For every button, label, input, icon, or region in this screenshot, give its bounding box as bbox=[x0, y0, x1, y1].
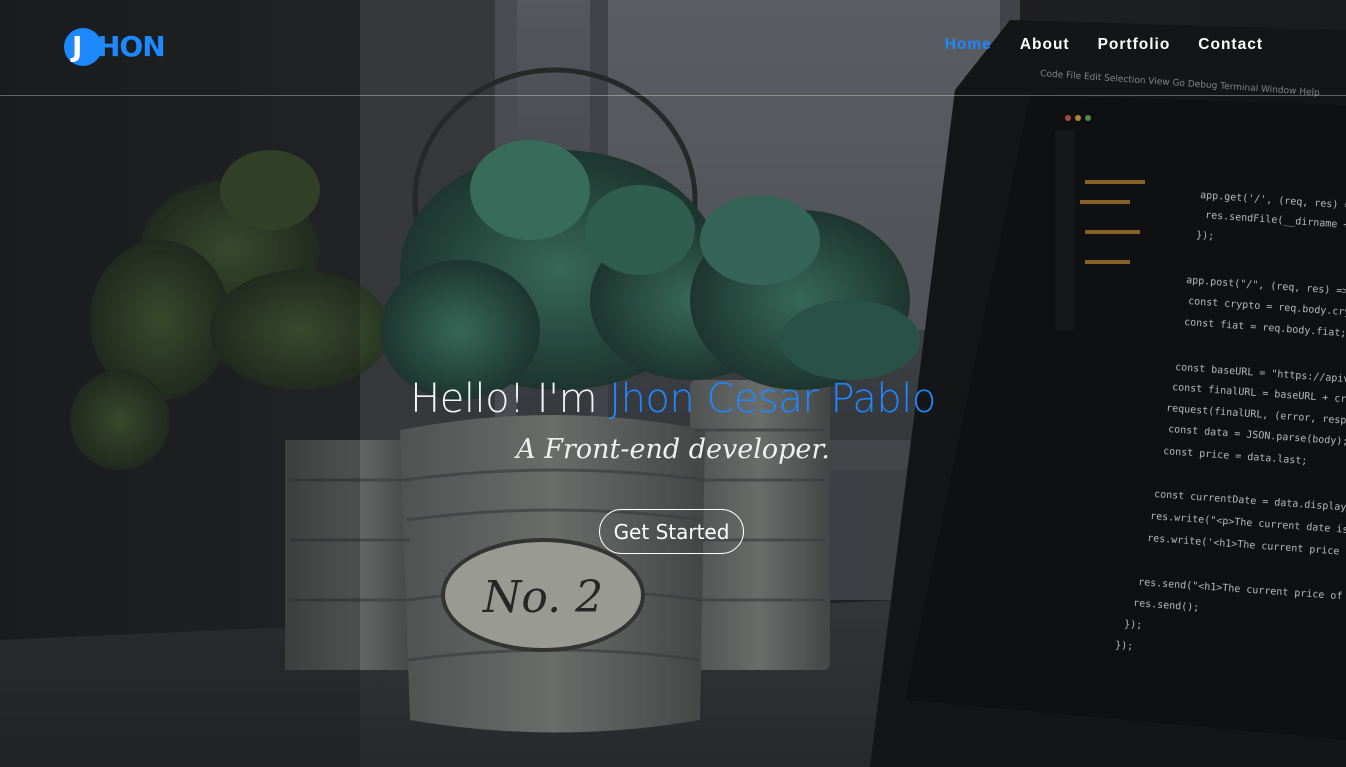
hero-greeting: Hello! I'm bbox=[410, 376, 598, 422]
nav-item-about[interactable]: About bbox=[1020, 36, 1070, 54]
nav-item-portfolio[interactable]: Portfolio bbox=[1098, 36, 1171, 54]
hero-tagline: A Front-end developer. bbox=[516, 434, 830, 465]
logo-text: HON bbox=[97, 30, 166, 63]
nav-item-home[interactable]: Home bbox=[945, 36, 992, 54]
hero-name: Jhon Cesar Pablo bbox=[609, 376, 936, 422]
get-started-button[interactable]: Get Started bbox=[599, 509, 744, 554]
brand-logo[interactable]: J HON bbox=[64, 26, 174, 68]
hero-headline: Hello! I'm Jhon Cesar Pablo bbox=[0, 376, 1346, 422]
main-nav: Home About Portfolio Contact bbox=[945, 36, 1263, 54]
top-navbar: J HON Home About Portfolio Contact bbox=[0, 0, 1346, 96]
logo-initial: J bbox=[72, 30, 82, 63]
nav-item-contact[interactable]: Contact bbox=[1198, 36, 1263, 54]
